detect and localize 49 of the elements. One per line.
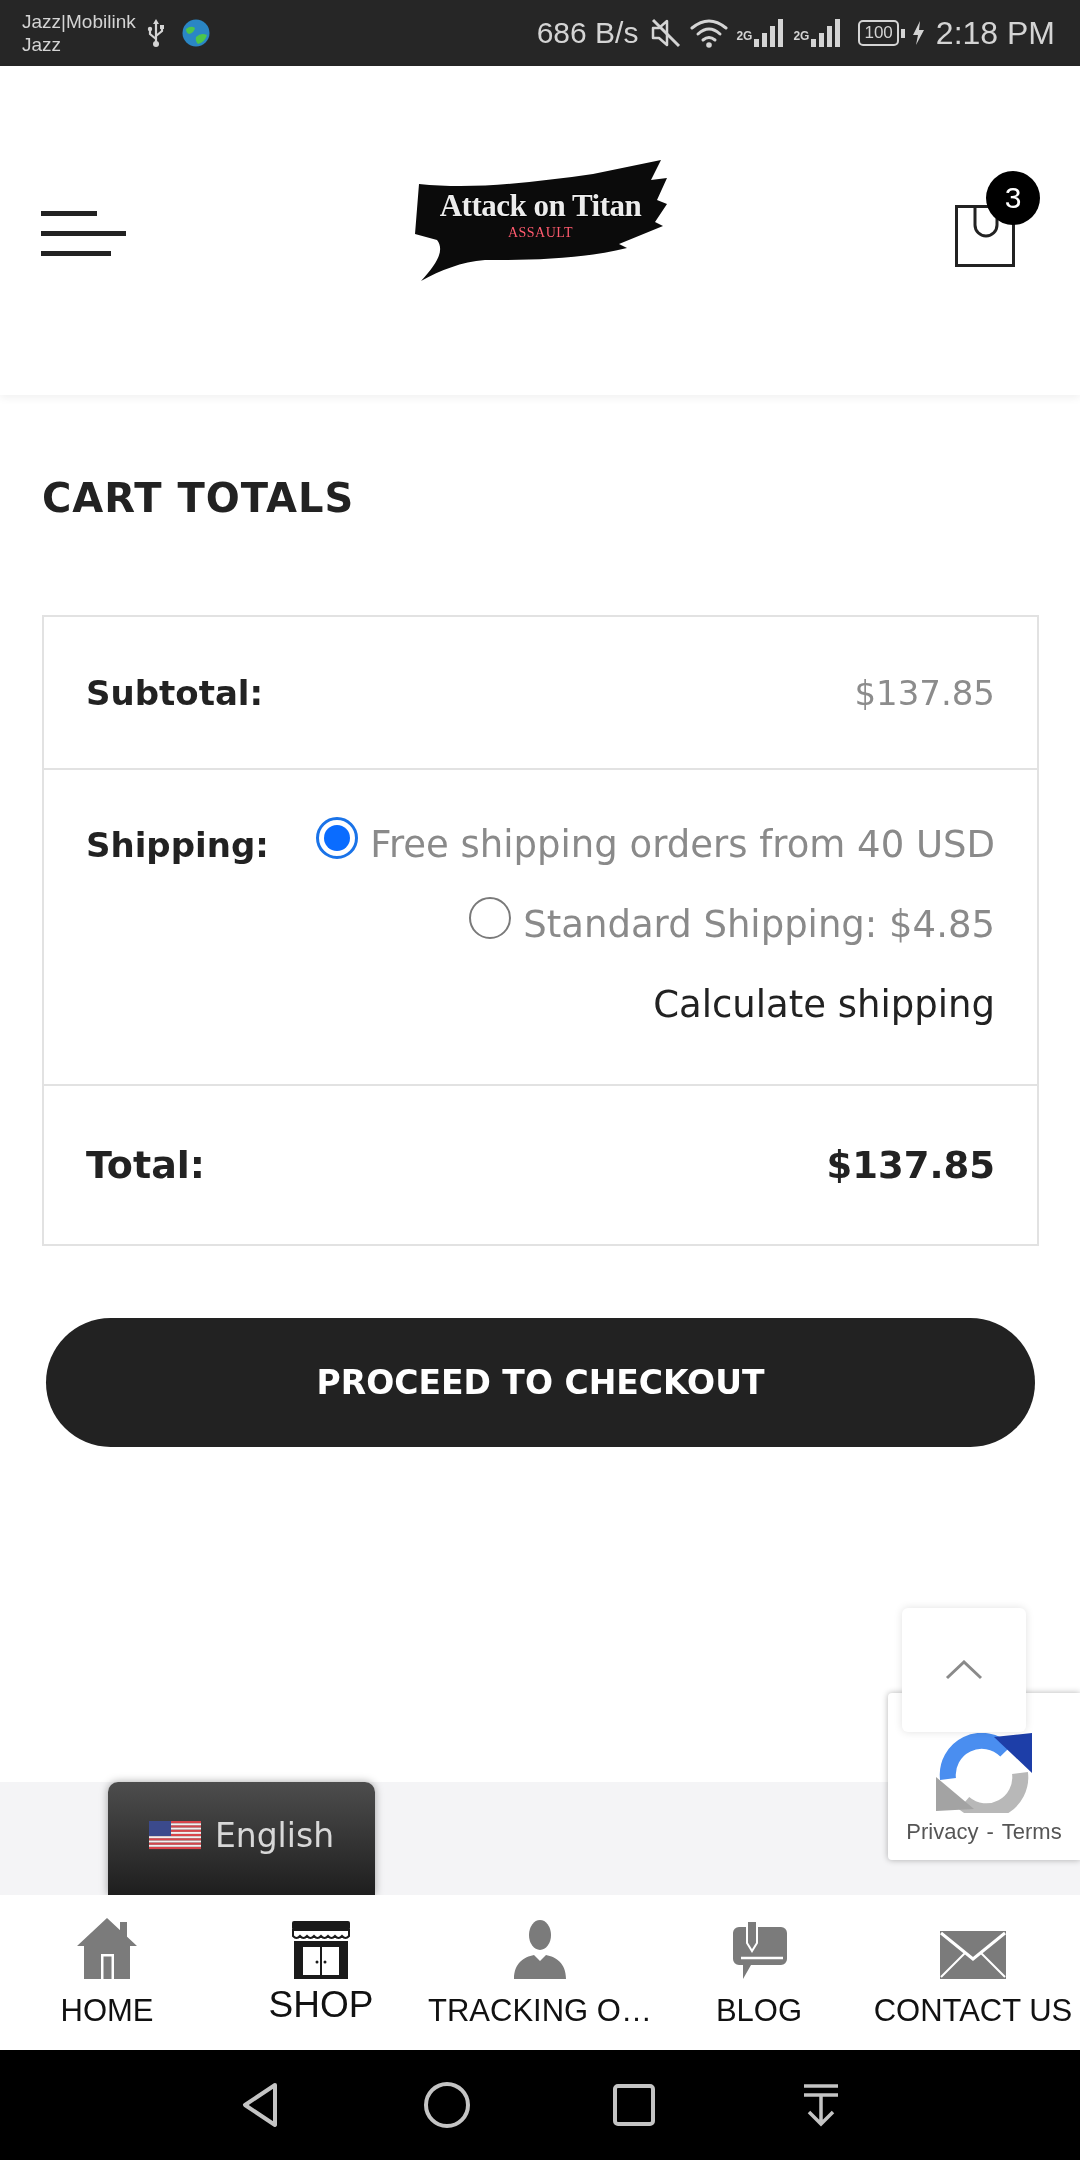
subtotal-amount: $137.85 [854,672,995,713]
language-button[interactable]: English [108,1782,375,1895]
cart-button[interactable]: 3 [955,170,1040,267]
nav-item[interactable]: HOME [0,1895,214,2050]
chevron-up-icon [945,1660,983,1680]
network-speed: 686 B/s [536,16,639,50]
flag-icon [148,1820,201,1851]
nav-item[interactable]: TRACKING O… [428,1895,652,2050]
calculate-shipping-link[interactable]: Calculate shipping [653,976,995,1034]
radio-button[interactable] [316,817,359,859]
menu-icon [41,210,126,257]
link-separator: - [986,1819,994,1845]
person-icon [512,1919,568,1979]
checkout-button[interactable]: PROCEED TO CHECKOUT [46,1318,1035,1447]
envelope-icon [940,1931,1006,1979]
wifi-icon [690,18,729,48]
cart-totals-heading: CART TOTALS [42,474,355,523]
nav-item[interactable]: CONTACT US [865,1895,1080,2050]
radio-button[interactable] [469,897,512,939]
usb-icon [145,18,166,48]
total-label: Total: [86,1142,205,1189]
clock: 2:18 PM [935,14,1055,52]
signal-icon [811,19,843,47]
globe-icon [181,19,210,47]
menu-button[interactable] [41,210,126,257]
carrier-name: Jazz [22,33,63,56]
circular-arrows-icon [934,1733,1034,1813]
speech-bubble-book-icon [730,1921,787,1979]
nav-item[interactable]: BLOG [651,1895,866,2050]
total-amount: $137.85 [826,1143,995,1187]
privacy-link[interactable]: Privacy [906,1819,979,1845]
cart-count-badge: 3 [986,170,1040,225]
shipping-label: Shipping: [86,824,269,867]
battery-level: 100 [858,20,905,46]
storefront-icon [291,1921,352,1979]
logo-title: Attack on Titan [439,187,642,224]
subtotal-label: Subtotal: [86,671,264,715]
logo-subtitle: ASSAULT [507,224,574,241]
home-circle-icon [421,2080,472,2130]
carrier-name: Jazz|Mobilink [22,10,136,33]
nav-item[interactable]: SHOP [214,1895,429,2050]
terms-link[interactable]: Terms [1001,1819,1062,1845]
mute-icon [650,18,683,48]
home-button[interactable] [421,2080,472,2130]
signal-icon [754,19,786,47]
network-type: 2G [793,28,810,43]
house-icon [76,1917,138,1979]
network-type: 2G [736,28,753,43]
charging-bolt-icon [912,21,924,45]
